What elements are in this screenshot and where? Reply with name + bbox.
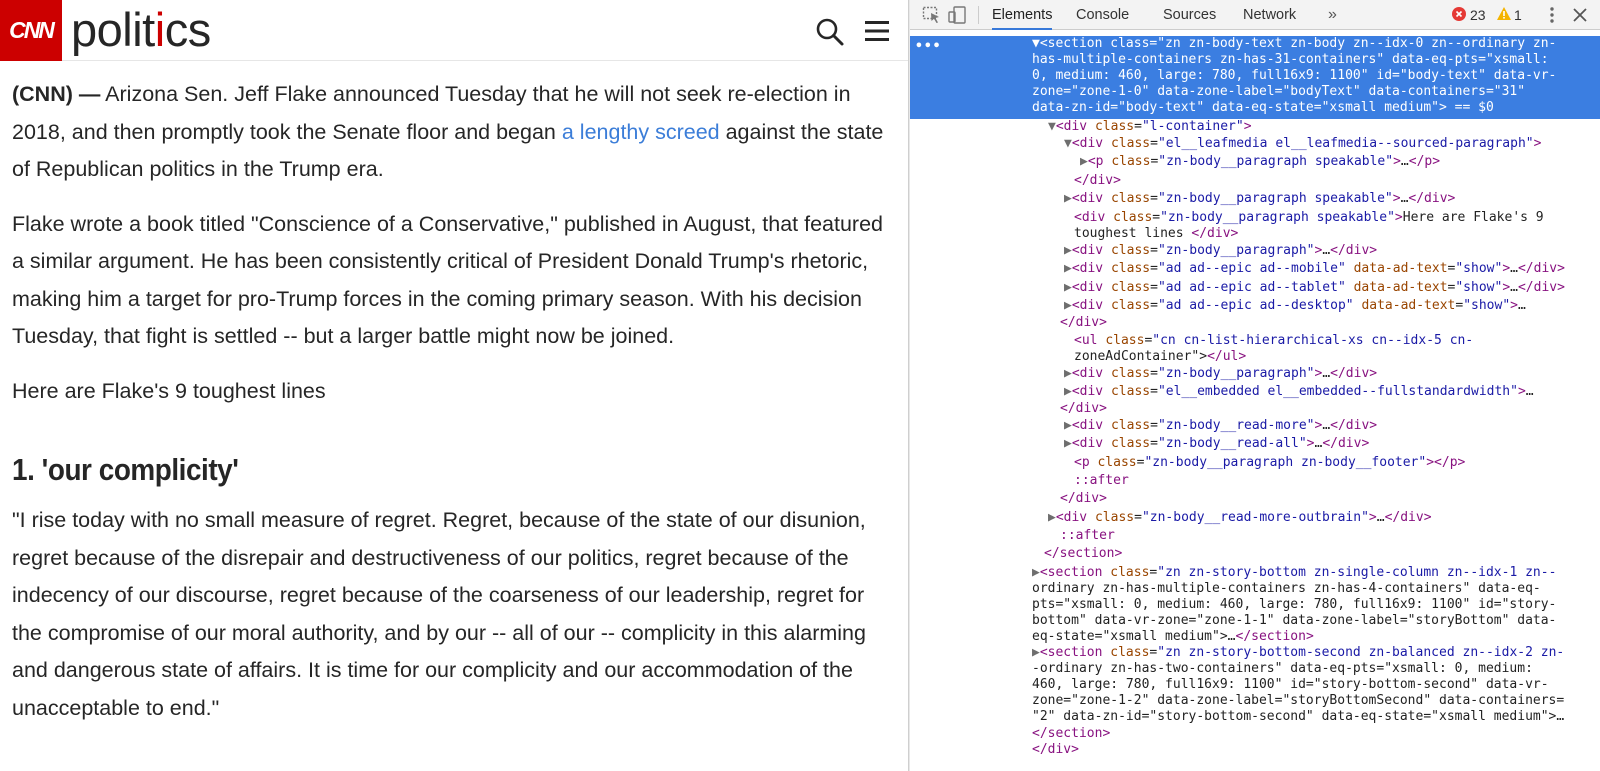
warning-icon[interactable] xyxy=(1496,6,1512,25)
section-title[interactable]: politics xyxy=(71,2,211,58)
warning-count[interactable]: 1 xyxy=(1514,0,1522,30)
cnn-logo[interactable]: CNN xyxy=(0,0,62,61)
article-paragraph: "I rise today with no small measure of r… xyxy=(12,508,866,720)
dom-node-line[interactable]: ▶<div class="zn-body__read-all">…</div> xyxy=(1064,436,1369,452)
selected-node-marker[interactable]: ••• xyxy=(915,39,941,55)
kebab-menu-icon[interactable] xyxy=(1548,5,1556,25)
section-title-part: cs xyxy=(164,3,212,56)
more-tabs-chevron-icon[interactable]: » xyxy=(1328,0,1337,29)
article-paragraph: Here are Flake's 9 toughest lines xyxy=(12,378,326,403)
dom-node-line[interactable]: -ordinary zn-has-two-containers" data-eq… xyxy=(1032,661,1533,677)
dom-node-line[interactable]: </div> xyxy=(1032,742,1079,758)
dom-node-line[interactable]: ▶<section class="zn zn-story-bottom-seco… xyxy=(1032,645,1564,661)
dom-node-line[interactable]: ▶<div class="zn-body__paragraph">…</div> xyxy=(1064,366,1377,382)
section-title-accent-part: i xyxy=(154,3,165,56)
dom-node-line[interactable]: ▶<div class="ad ad--epic ad--tablet" dat… xyxy=(1064,280,1565,296)
dom-node-line[interactable]: <ul class="cn cn-list-hierarchical-xs cn… xyxy=(1074,333,1473,349)
search-icon[interactable] xyxy=(815,17,845,47)
tab-network[interactable]: Network xyxy=(1243,0,1296,30)
dom-node-line[interactable]: <div class="zn-body__paragraph speakable… xyxy=(1074,210,1544,226)
dom-node-line[interactable]: ▼<div class="el__leafmedia el__leafmedia… xyxy=(1064,136,1541,152)
dom-node-line[interactable]: </div> xyxy=(1074,173,1121,189)
tab-elements[interactable]: Elements xyxy=(992,0,1053,30)
dom-node-line[interactable]: ▶<div class="ad ad--epic ad--desktop" da… xyxy=(1064,298,1526,314)
dom-node-line[interactable]: "2" data-zn-id="story-bottom-second" dat… xyxy=(1032,709,1564,725)
section-heading: 1. 'our complicity' xyxy=(12,452,239,487)
tab-console[interactable]: Console xyxy=(1076,0,1129,30)
error-icon[interactable] xyxy=(1452,7,1466,21)
article-paragraph: (CNN) — Arizona Sen. Jeff Flake announce… xyxy=(12,76,896,189)
lengthy-screed-link[interactable]: a lengthy screed xyxy=(562,120,720,144)
devtools-toolbar: Elements Console Sources Network » 23 1 xyxy=(910,0,1600,30)
dom-node-line[interactable]: ▶<div class="zn-body__paragraph">…</div> xyxy=(1064,243,1377,259)
dom-node-line[interactable]: </div> xyxy=(1060,491,1107,507)
dom-node-line[interactable]: data-zn-id="body-text" data-eq-state="xs… xyxy=(1032,100,1494,116)
dom-node-line[interactable]: </div> xyxy=(1060,401,1107,417)
site-header: CNN politics xyxy=(0,0,908,61)
dom-node-line[interactable]: bottom" data-vr-zone="zone-1-1" data-zon… xyxy=(1032,613,1556,629)
dom-node-line[interactable]: ▶<section class="zn zn-story-bottom zn-s… xyxy=(1032,565,1556,581)
dom-node-line[interactable]: ▼<div class="l-container"> xyxy=(1048,119,1252,135)
hamburger-menu-icon[interactable] xyxy=(862,18,892,44)
dom-node-line[interactable]: 460, large: 780, full16x9: 1100" id="sto… xyxy=(1032,677,1549,693)
dom-node-line[interactable]: ▶<div class="zn-body__read-more-outbrain… xyxy=(1048,510,1432,526)
dom-node-line[interactable]: ▶<div class="el__embedded el__embedded--… xyxy=(1064,384,1534,400)
close-icon[interactable] xyxy=(1570,5,1590,25)
dom-node-line[interactable]: 0, medium: 460, large: 780, full16x9: 11… xyxy=(1032,68,1556,84)
article-body: (CNN) — Arizona Sen. Jeff Flake announce… xyxy=(12,76,896,744)
dom-node-line[interactable]: </div> xyxy=(1060,315,1107,331)
devtools-panel: Elements Console Sources Network » 23 1 … xyxy=(910,0,1600,771)
dom-node-line[interactable]: zone="zone-1-2" data-zone-label="storyBo… xyxy=(1032,693,1564,709)
section-title-part: polit xyxy=(71,3,155,56)
dom-node-line[interactable]: ::after xyxy=(1060,528,1115,544)
dom-node-line[interactable]: ▼<section class="zn zn-body-text zn-body… xyxy=(1032,36,1556,52)
dom-node-line[interactable]: zoneAdContainer"></ul> xyxy=(1074,349,1246,365)
device-toolbar-icon[interactable] xyxy=(948,6,968,24)
dom-node-line[interactable]: </section> xyxy=(1044,546,1122,562)
dom-node-line[interactable]: zone="zone-1-0" data-zone-label="bodyTex… xyxy=(1032,84,1525,100)
dom-node-line[interactable]: ▶<div class="ad ad--epic ad--mobile" dat… xyxy=(1064,261,1565,277)
toolbar-separator xyxy=(978,6,979,24)
dom-node-line[interactable]: <p class="zn-body__paragraph zn-body__fo… xyxy=(1074,455,1465,471)
dom-node-line[interactable]: ▶<p class="zn-body__paragraph speakable"… xyxy=(1080,154,1440,170)
dom-node-line[interactable]: </section> xyxy=(1032,726,1110,742)
tab-sources[interactable]: Sources xyxy=(1163,0,1216,30)
dom-node-line[interactable]: ::after xyxy=(1074,473,1129,489)
dom-node-line[interactable]: ▶<div class="zn-body__paragraph speakabl… xyxy=(1064,191,1455,207)
dateline: (CNN) — xyxy=(12,82,101,106)
dom-node-line[interactable]: ▶<div class="zn-body__read-more">…</div> xyxy=(1064,418,1377,434)
error-count[interactable]: 23 xyxy=(1470,0,1486,30)
dom-node-line[interactable]: ordinary zn-has-multiple-containers zn-h… xyxy=(1032,581,1541,597)
dom-node-line[interactable]: eq-state="xsmall medium">…</section> xyxy=(1032,629,1314,645)
article-paragraph: Flake wrote a book titled "Conscience of… xyxy=(12,211,883,349)
dom-node-line[interactable]: pts="xsmall: 0, medium: 460, large: 780,… xyxy=(1032,597,1556,613)
article-page: CNN politics (CNN) — Arizona Sen. Jeff F… xyxy=(0,0,908,771)
dom-node-line[interactable]: toughest lines </div> xyxy=(1074,226,1238,242)
dom-node-line[interactable]: has-multiple-containers zn-has-31-contai… xyxy=(1032,52,1549,68)
inspect-element-icon[interactable] xyxy=(922,6,942,24)
dom-tree[interactable]: ••• ▼<section class="zn zn-body-text zn-… xyxy=(910,31,1600,771)
